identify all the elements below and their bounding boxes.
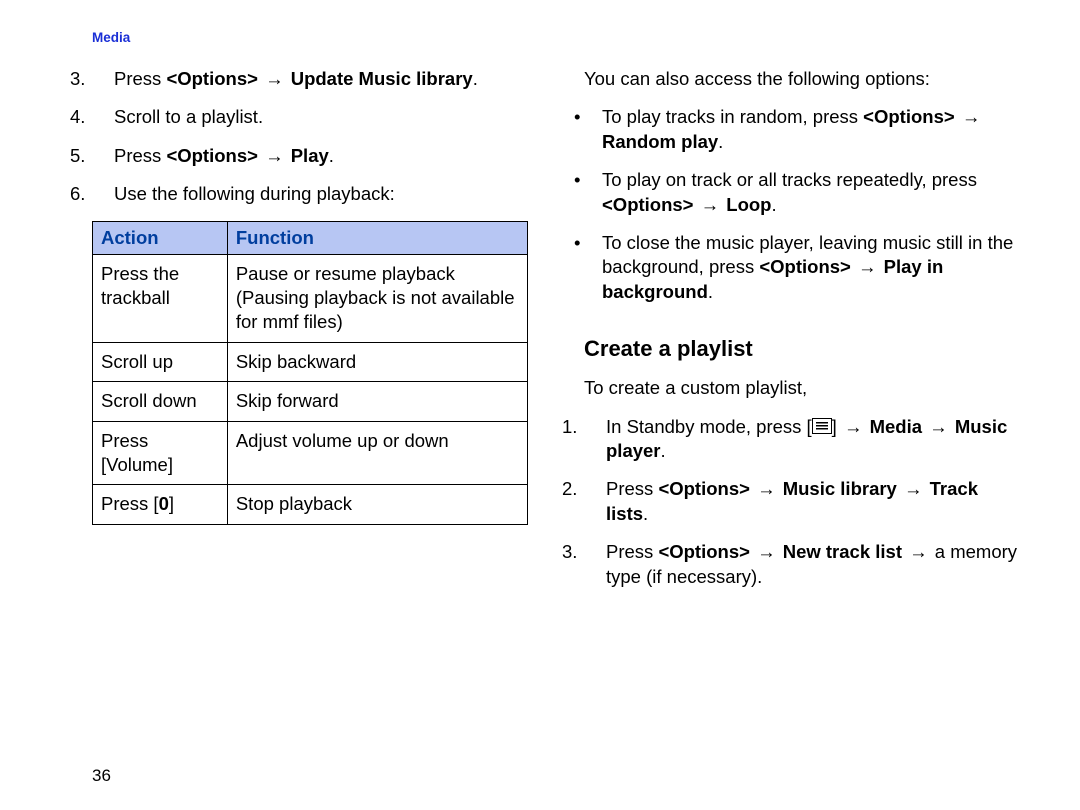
right-column: You can also access the following option… <box>584 67 1020 603</box>
bullet-random-play: •To play tracks in random, press <Option… <box>584 105 1020 154</box>
cell-action: Scroll up <box>93 342 228 381</box>
step-3: 3.Press <Options> → Update Music library… <box>92 67 528 91</box>
options-intro: You can also access the following option… <box>584 67 1020 91</box>
table-row: Scroll down Skip forward <box>93 382 528 421</box>
cell-function: Adjust volume up or down <box>227 421 527 485</box>
heading-create-playlist: Create a playlist <box>584 336 1020 362</box>
step-6: 6.Use the following during playback: <box>92 182 528 206</box>
cell-action: Press the trackball <box>93 254 228 342</box>
table-row: Press [Volume] Adjust volume up or down <box>93 421 528 485</box>
create-playlist-intro: To create a custom playlist, <box>584 376 1020 400</box>
cell-action: Press [Volume] <box>93 421 228 485</box>
cell-function: Pause or resume playback (Pausing playba… <box>227 254 527 342</box>
th-action: Action <box>93 221 228 254</box>
table-row: Press [0] Stop playback <box>93 485 528 524</box>
cell-function: Skip forward <box>227 382 527 421</box>
create-step-3: 3.Press <Options> → New track list → a m… <box>584 540 1020 589</box>
table-row: Scroll up Skip backward <box>93 342 528 381</box>
bullet-loop: •To play on track or all tracks repeated… <box>584 168 1020 217</box>
create-step-1: 1.In Standby mode, press [] → Media → Mu… <box>584 415 1020 464</box>
left-column: 3.Press <Options> → Update Music library… <box>92 67 528 603</box>
cell-action: Scroll down <box>93 382 228 421</box>
th-function: Function <box>227 221 527 254</box>
menu-icon <box>812 418 832 434</box>
step-5: 5.Press <Options> → Play. <box>92 144 528 168</box>
table-row: Press the trackball Pause or resume play… <box>93 254 528 342</box>
bullet-play-background: •To close the music player, leaving musi… <box>584 231 1020 304</box>
section-header: Media <box>92 30 1020 45</box>
page-number: 36 <box>92 766 111 786</box>
cell-function: Stop playback <box>227 485 527 524</box>
manual-page: Media 3.Press <Options> → Update Music l… <box>0 0 1080 810</box>
step-4: 4.Scroll to a playlist. <box>92 105 528 129</box>
actions-table: Action Function Press the trackball Paus… <box>92 221 528 525</box>
cell-action: Press [0] <box>93 485 228 524</box>
two-column-layout: 3.Press <Options> → Update Music library… <box>92 67 1020 603</box>
cell-function: Skip backward <box>227 342 527 381</box>
create-step-2: 2.Press <Options> → Music library → Trac… <box>584 477 1020 526</box>
